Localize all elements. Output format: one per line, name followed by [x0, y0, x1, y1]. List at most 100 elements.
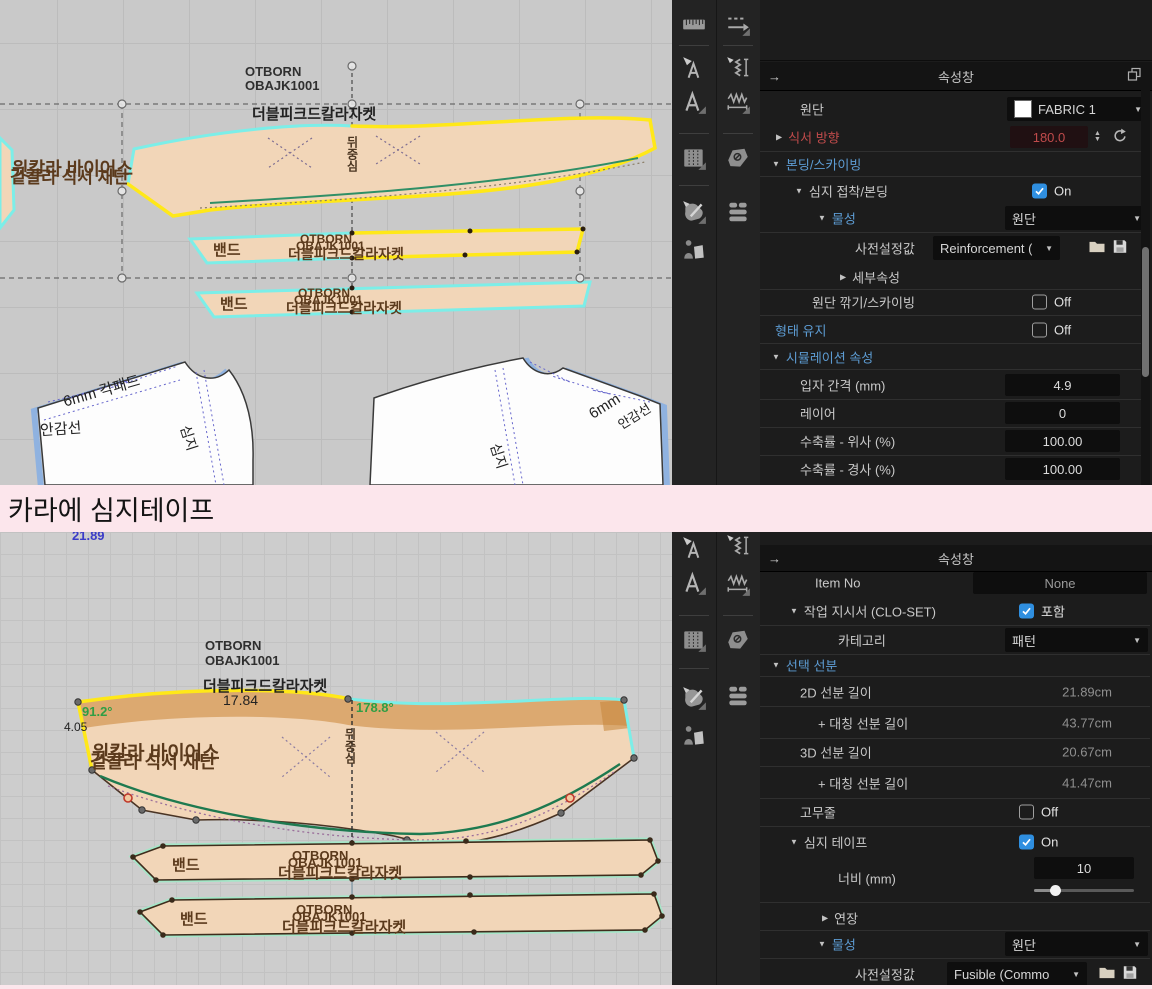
row-3d-sym-length: + 대칭 선분 길이 41.47cm: [760, 768, 1150, 799]
row-simulation-section[interactable]: ▼시뮬레이션 속성: [760, 345, 1150, 370]
edit-elastic-icon[interactable]: [721, 529, 755, 563]
measure-tape-icon[interactable]: [677, 7, 711, 41]
material-dropdown[interactable]: 원단 ▼: [1005, 206, 1148, 230]
caret-down-icon[interactable]: ▼: [795, 187, 803, 196]
tape-checkbox[interactable]: [1019, 835, 1034, 850]
shirring-icon[interactable]: [721, 567, 755, 601]
item-no-input[interactable]: None: [973, 572, 1147, 594]
row-segment-section[interactable]: ▼선택 선분: [760, 654, 1150, 677]
curve-point-marker[interactable]: [124, 794, 132, 802]
material-value: 원단: [1012, 935, 1036, 954]
clo-2d-pattern-app: OTBORN OBAJK1001 더블피크드칼라자켓 윗칼라 바이어스 겉칼라 …: [0, 0, 1152, 989]
row-material-top: ▼물성 원단 ▼: [760, 204, 1150, 233]
tape-width-slider[interactable]: [1034, 889, 1134, 892]
angle-left-annotation: 91.2°: [82, 704, 113, 719]
row-bonding-section[interactable]: ▼본딩/스카이빙: [760, 152, 1150, 177]
shrink-warp-input[interactable]: 100.00: [1005, 458, 1120, 480]
tape-width-input[interactable]: 10: [1034, 857, 1134, 879]
row-detail-properties[interactable]: ▶세부속성: [760, 265, 1150, 290]
row-extend[interactable]: ▶연장: [760, 906, 1150, 931]
flatten-patch-icon[interactable]: [721, 141, 755, 175]
caret-right-icon[interactable]: ▶: [776, 133, 782, 142]
row-3d-length: 3D 선분 길이 20.67cm: [760, 738, 1150, 767]
float-window-icon[interactable]: [1127, 67, 1142, 85]
skive-checkbox[interactable]: [1032, 295, 1047, 310]
preset-dropdown[interactable]: Fusible (Commo ▼: [947, 962, 1087, 986]
band2-label: 밴드: [180, 908, 208, 929]
pattern-annotation-icon[interactable]: [677, 566, 711, 600]
fabric-dropdown[interactable]: FABRIC 1 ▼: [1007, 97, 1149, 121]
grain-label: 식서 방향: [788, 128, 839, 147]
shirring-icon[interactable]: [721, 85, 755, 119]
layer-input[interactable]: 0: [1005, 402, 1120, 424]
particle-input[interactable]: 4.9: [1005, 374, 1120, 396]
trace-pen-icon[interactable]: [677, 681, 711, 715]
flatten-patch-icon[interactable]: [721, 623, 755, 657]
open-preset-folder-icon[interactable]: [1098, 965, 1116, 983]
worksheet-label: 작업 지시서 (CLO-SET): [804, 602, 936, 621]
avatar-pattern-icon[interactable]: [677, 719, 711, 753]
caret-down-icon[interactable]: ▼: [772, 160, 780, 169]
caret-right-icon[interactable]: ▶: [822, 914, 828, 923]
quilting-icon[interactable]: [721, 195, 755, 229]
edit-annotation-icon[interactable]: [677, 531, 711, 565]
elastic-state: Off: [1041, 805, 1058, 820]
category-dropdown[interactable]: 패턴 ▼: [1005, 628, 1148, 652]
caret-down-icon[interactable]: ▼: [790, 607, 798, 616]
retain-checkbox[interactable]: [1032, 323, 1047, 338]
segment-length-annotation: 21.89: [72, 532, 105, 543]
bottom-strip: [0, 985, 1152, 989]
panel-scrollbar-top[interactable]: [1141, 62, 1150, 485]
panel-collapse-arrow-icon[interactable]: →: [768, 69, 781, 84]
preset-dropdown[interactable]: Reinforcement ( ▼: [933, 236, 1060, 260]
reset-rotation-icon[interactable]: [1112, 128, 1128, 147]
spin-down-icon[interactable]: ▼: [1094, 137, 1101, 143]
trace-pen-icon[interactable]: [677, 195, 711, 229]
caret-down-icon[interactable]: ▼: [818, 214, 826, 223]
center-back-label: 뒤중심: [344, 136, 361, 194]
tape-width-label: 너비 (mm): [838, 869, 896, 888]
caret-down-icon[interactable]: ▼: [818, 940, 826, 949]
save-preset-icon[interactable]: [1122, 965, 1138, 984]
row-preset-bottom: 사전설정값 Fusible (Commo ▼: [760, 960, 1150, 988]
pleats-icon[interactable]: [677, 623, 711, 657]
worksheet-checkbox[interactable]: [1019, 604, 1034, 619]
avatar-pattern-icon[interactable]: [677, 233, 711, 267]
panel-collapse-arrow-icon[interactable]: →: [768, 551, 781, 566]
fabric-label: 원단: [800, 100, 824, 119]
caret-down-icon[interactable]: ▼: [772, 353, 780, 362]
sym3d-value: 41.47cm: [960, 776, 1112, 791]
scrollbar-thumb[interactable]: [1142, 247, 1149, 377]
pleats-icon[interactable]: [677, 141, 711, 175]
save-preset-icon[interactable]: [1112, 239, 1128, 258]
fabric-value: FABRIC 1: [1038, 102, 1096, 117]
open-preset-folder-icon[interactable]: [1088, 239, 1106, 257]
slider-knob[interactable]: [1050, 885, 1061, 896]
pattern-view-bottom[interactable]: 21.89 OTBORN OBAJK1001 더블피크드칼라자켓 17.84 9…: [0, 532, 672, 985]
grain-input[interactable]: 180.0: [1010, 126, 1088, 148]
caret-down-icon[interactable]: ▼: [790, 838, 798, 847]
caret-down-icon[interactable]: ▼: [772, 661, 780, 670]
dashed-extend-icon[interactable]: [721, 7, 755, 41]
curve-point-marker[interactable]: [566, 794, 574, 802]
quilting-icon[interactable]: [721, 679, 755, 713]
pattern-annotation-icon[interactable]: [677, 85, 711, 119]
edit-elastic-icon[interactable]: [721, 51, 755, 85]
fuse-checkbox[interactable]: [1032, 184, 1047, 199]
row-skive: 원단 깎기/스카이빙 Off: [760, 289, 1150, 316]
material-dropdown[interactable]: 원단 ▼: [1005, 932, 1148, 956]
row-layer: 레이어 0: [760, 399, 1150, 428]
row-item-no: Item No None: [760, 570, 1150, 596]
piece-annotation-brand: OTBORN: [245, 64, 301, 79]
center-back-label: 뒤중심: [342, 728, 359, 788]
band1-style: 더블피크드칼라자켓: [278, 862, 402, 883]
grain-spinner[interactable]: ▲▼: [1094, 131, 1101, 143]
row-fabric: 원단 FABRIC 1 ▼: [760, 95, 1150, 123]
edit-annotation-icon[interactable]: [677, 51, 711, 85]
pattern-piece-collar-top[interactable]: [128, 118, 655, 216]
shrink-weft-input[interactable]: 100.00: [1005, 430, 1120, 452]
fabric-swatch: [1014, 100, 1032, 118]
pattern-view-top[interactable]: OTBORN OBAJK1001 더블피크드칼라자켓 윗칼라 바이어스 겉칼라 …: [0, 0, 672, 485]
elastic-checkbox[interactable]: [1019, 805, 1034, 820]
caret-right-icon[interactable]: ▶: [840, 273, 846, 282]
